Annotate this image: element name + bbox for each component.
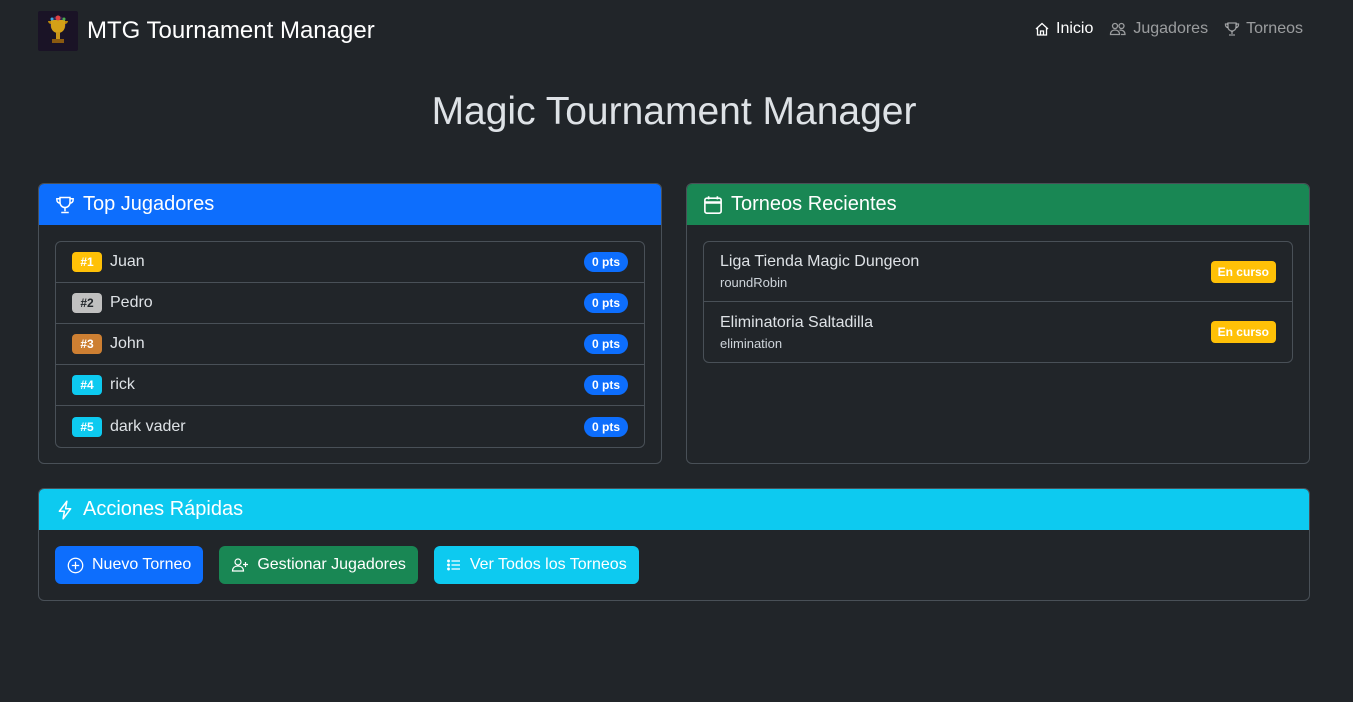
- status-badge: En curso: [1210, 260, 1276, 283]
- points-badge: 0 pts: [583, 416, 628, 437]
- rank-badge: #5: [72, 416, 102, 437]
- recent-tournaments-title: Torneos Recientes: [731, 193, 897, 215]
- recent-tournaments-header: Torneos Recientes: [687, 184, 1309, 225]
- main-nav: Inicio Jugadores Torneos: [1018, 20, 1303, 38]
- tournament-name: Liga Tienda Magic Dungeon: [720, 253, 920, 270]
- person-add-icon: [232, 558, 249, 572]
- new-tournament-button[interactable]: Nuevo Torneo: [55, 546, 204, 584]
- brand-title: MTG Tournament Manager: [87, 17, 375, 44]
- tournaments-list: Liga Tienda Magic Dungeon roundRobin En …: [703, 241, 1293, 363]
- people-icon: [1110, 22, 1127, 36]
- rank-badge: #3: [72, 334, 102, 354]
- tournament-name: Eliminatoria Saltadilla: [720, 313, 873, 331]
- list-item[interactable]: #2 Pedro 0 pts: [56, 283, 644, 324]
- nav-item-label: Jugadores: [1133, 20, 1209, 37]
- quick-actions-card: Acciones Rápidas Nuevo Torneo Gestionar …: [38, 488, 1310, 601]
- points-badge: 0 pts: [583, 252, 628, 272]
- quick-actions-header: Acciones Rápidas: [39, 489, 1309, 530]
- points-badge: 0 pts: [583, 375, 628, 395]
- nav-item-label: Inicio: [1056, 20, 1094, 37]
- plus-circle-icon: [67, 557, 84, 573]
- nav-item-inicio[interactable]: Inicio: [1034, 20, 1093, 38]
- player-name: Juan: [110, 253, 145, 270]
- lightning-icon: [58, 500, 72, 519]
- manage-players-button[interactable]: Gestionar Jugadores: [219, 546, 418, 584]
- nav-item-label: Torneos: [1246, 20, 1303, 37]
- trophy-icon: [56, 196, 74, 213]
- player-name: Pedro: [110, 294, 153, 311]
- calendar-icon: [704, 195, 722, 214]
- list-item[interactable]: #3 John 0 pts: [56, 324, 644, 365]
- player-name: John: [110, 335, 145, 352]
- tournament-type: elimination: [720, 335, 783, 351]
- list-icon: [446, 559, 460, 571]
- button-label: Ver Todos los Torneos: [469, 556, 627, 573]
- navbar: MTG Tournament Manager Inicio Jugadores: [0, 0, 1353, 64]
- list-item[interactable]: #4 rick 0 pts: [56, 365, 644, 406]
- player-name: dark vader: [110, 417, 186, 435]
- brand[interactable]: MTG Tournament Manager: [38, 11, 375, 51]
- points-badge: 0 pts: [583, 293, 628, 313]
- points-badge: 0 pts: [583, 334, 628, 354]
- page-title: Magic Tournament Manager: [431, 90, 917, 133]
- recent-tournaments-card: Torneos Recientes Liga Tienda Magic Dung…: [686, 183, 1310, 464]
- view-all-tournaments-button[interactable]: Ver Todos los Torneos: [433, 546, 639, 584]
- top-players-card: Top Jugadores #1 Juan 0 pts #2 Pedro 0 p…: [38, 183, 662, 464]
- nav-item-jugadores[interactable]: Jugadores: [1109, 20, 1208, 38]
- list-item[interactable]: #1 Juan 0 pts: [56, 242, 644, 283]
- trophy-logo-icon: [38, 11, 78, 51]
- quick-actions-buttons: Nuevo Torneo Gestionar Jugadores Ver Tod…: [55, 546, 655, 584]
- list-item[interactable]: #5 dark vader 0 pts: [56, 406, 644, 447]
- quick-actions-title: Acciones Rápidas: [83, 498, 244, 520]
- status-badge: En curso: [1210, 321, 1276, 343]
- trophy-icon: [1224, 22, 1240, 36]
- nav-item-torneos[interactable]: Torneos: [1224, 20, 1303, 38]
- rank-badge: #1: [72, 252, 102, 272]
- rank-badge: #2: [72, 293, 102, 313]
- top-players-title: Top Jugadores: [83, 193, 215, 215]
- button-label: Gestionar Jugadores: [257, 556, 406, 573]
- top-players-header: Top Jugadores: [39, 184, 661, 225]
- list-item[interactable]: Eliminatoria Saltadilla elimination En c…: [704, 302, 1292, 362]
- list-item[interactable]: Liga Tienda Magic Dungeon roundRobin En …: [704, 242, 1292, 302]
- button-label: Nuevo Torneo: [92, 556, 192, 573]
- player-name: rick: [110, 376, 135, 393]
- rank-badge: #4: [72, 375, 102, 395]
- players-list: #1 Juan 0 pts #2 Pedro 0 pts #3 John 0 p…: [55, 241, 645, 448]
- tournament-type: roundRobin: [720, 275, 788, 290]
- house-icon: [1035, 22, 1049, 36]
